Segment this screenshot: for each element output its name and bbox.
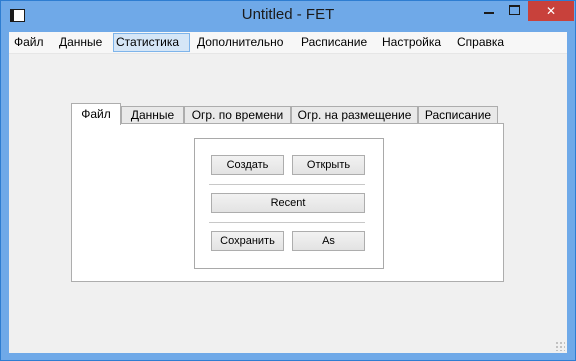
menu-settings[interactable]: Настройка (380, 33, 443, 52)
minimize-button[interactable] (476, 1, 502, 21)
close-icon: ✕ (545, 4, 557, 18)
menu-file[interactable]: Файл (12, 33, 46, 52)
main-window: Untitled - FET ✕ Файл Данные Статистика … (0, 0, 576, 361)
menu-advanced[interactable]: Дополнительно (195, 33, 285, 52)
new-button[interactable]: Создать (211, 155, 284, 175)
save-as-button[interactable]: As (292, 231, 365, 251)
client-area: Файл Данные Статистика Дополнительно Рас… (9, 32, 567, 353)
maximize-button[interactable] (502, 1, 528, 21)
maximize-icon (509, 5, 520, 15)
file-actions-group: Создать Открыть Recent Сохранить As (194, 138, 384, 269)
tab-file[interactable]: Файл (71, 103, 121, 125)
menu-data[interactable]: Данные (57, 33, 104, 52)
close-button[interactable]: ✕ (528, 1, 574, 21)
save-button[interactable]: Сохранить (211, 231, 284, 251)
recent-button[interactable]: Recent (211, 193, 365, 213)
menu-help[interactable]: Справка (455, 33, 506, 52)
menu-statistics[interactable]: Статистика (113, 33, 190, 52)
menu-bar: Файл Данные Статистика Дополнительно Рас… (9, 32, 567, 54)
tab-time-constraints[interactable]: Огр. по времени (184, 106, 291, 124)
separator (209, 184, 365, 185)
tab-space-constraints[interactable]: Огр. на размещение (291, 106, 418, 124)
menu-timetable[interactable]: Расписание (299, 33, 369, 52)
tab-data[interactable]: Данные (121, 106, 184, 124)
separator (209, 222, 365, 223)
title-bar[interactable]: Untitled - FET ✕ (1, 1, 575, 32)
minimize-icon (484, 12, 494, 14)
file-tab-panel: Создать Открыть Recent Сохранить As (71, 123, 504, 282)
open-button[interactable]: Открыть (292, 155, 365, 175)
resize-grip-icon[interactable] (555, 341, 565, 351)
tab-timetable[interactable]: Расписание (418, 106, 498, 124)
